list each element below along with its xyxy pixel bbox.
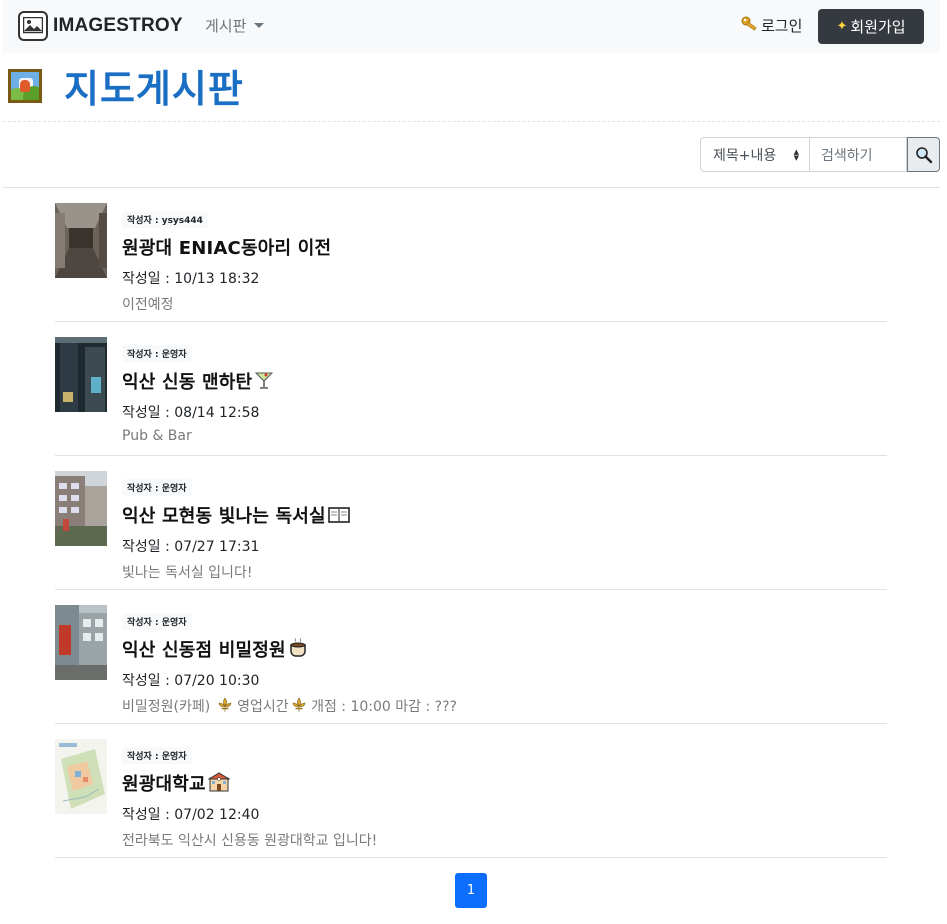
post-thumbnail[interactable] <box>55 605 107 680</box>
brand-text: IMAGESTROY <box>53 15 183 36</box>
page-header: 지도게시판 <box>8 63 244 111</box>
framed-picture-icon <box>8 68 42 103</box>
school-icon <box>207 772 230 792</box>
post-item[interactable]: 작성자 : 운영자 익산 신동점 비밀정원 작성일 : 07/20 10:30 … <box>55 590 887 724</box>
post-item[interactable]: 작성자 : 운영자 원광대학교 작성일 : 07/02 12:40 전라북도 익… <box>55 724 887 858</box>
book-icon <box>327 507 350 523</box>
post-date: 작성일 : 10/13 18:32 <box>122 271 260 287</box>
post-thumbnail[interactable] <box>55 739 107 814</box>
search-icon <box>915 146 932 163</box>
navbar: IMAGESTROY 게시판 로그인 ✦ 회원가입 <box>3 0 940 53</box>
search-placeholder: 검색하기 <box>821 147 873 164</box>
post-date: 작성일 : 07/02 12:40 <box>122 807 260 823</box>
pagination-page-1[interactable]: 1 <box>455 873 487 908</box>
select-arrows-icon: ▲ ▼ <box>793 148 799 162</box>
fleur-de-lis-icon <box>292 697 306 712</box>
post-description: Pub & Bar <box>122 428 192 444</box>
post-author: 작성자 : ysys444 <box>122 211 208 228</box>
image-icon <box>18 11 48 41</box>
board-dropdown-label: 게시판 <box>205 17 247 35</box>
post-thumbnail[interactable] <box>55 203 107 278</box>
post-date: 작성일 : 07/20 10:30 <box>122 673 260 689</box>
post-title[interactable]: 원광대 ENIAC동아리 이전 <box>122 234 331 260</box>
post-title: 익산 신동 맨하탄 <box>122 372 253 393</box>
post-item[interactable]: 작성자 : 운영자 익산 신동 맨하탄 작성일 : 08/14 12:58 Pu… <box>55 322 887 456</box>
post-title: 익산 모현동 빛나는 독서실 <box>122 506 326 527</box>
divider <box>3 121 940 122</box>
search-button[interactable] <box>907 137 940 172</box>
brand-link[interactable]: IMAGESTROY <box>18 11 183 41</box>
chevron-down-icon <box>254 23 265 28</box>
search-type-select[interactable]: 제목+내용 ▲ ▼ <box>700 137 810 172</box>
post-title: 익산 신동점 비밀정원 <box>122 640 286 661</box>
post-title-row[interactable]: 익산 모현동 빛나는 독서실 <box>122 502 350 528</box>
post-description-part: 비밀정원(카페) <box>122 699 215 715</box>
post-thumbnail[interactable] <box>55 337 107 412</box>
post-thumbnail[interactable] <box>55 471 107 546</box>
sparkles-icon: ✦ <box>836 19 848 34</box>
search-input[interactable]: 검색하기 <box>810 137 907 172</box>
post-author: 작성자 : 운영자 <box>122 345 192 362</box>
post-description-part: 영업시간 <box>232 699 289 715</box>
post-description: 빛나는 독서실 입니다! <box>122 565 253 581</box>
post-item[interactable]: 작성자 : ysys444 원광대 ENIAC동아리 이전 작성일 : 10/1… <box>55 188 887 322</box>
board-dropdown[interactable]: 게시판 <box>205 15 265 36</box>
post-author: 작성자 : 운영자 <box>122 613 192 630</box>
post-description: 이전예정 <box>122 297 174 313</box>
login-link[interactable]: 로그인 <box>741 15 802 36</box>
post-author: 작성자 : 운영자 <box>122 479 192 496</box>
post-date: 작성일 : 08/14 12:58 <box>122 405 260 421</box>
post-title-row[interactable]: 익산 신동 맨하탄 <box>122 368 274 394</box>
post-title-row[interactable]: 원광대학교 <box>122 770 377 796</box>
coffee-icon <box>290 638 306 657</box>
post-description: 전라북도 익산시 신용동 원광대학교 입니다! <box>122 833 378 849</box>
search-bar: 제목+내용 ▲ ▼ 검색하기 <box>700 137 940 172</box>
cocktail-icon <box>255 372 274 389</box>
signup-label: 회원가입 <box>850 18 906 36</box>
fleur-de-lis-icon <box>218 697 232 712</box>
post-item[interactable]: 작성자 : 운영자 익산 모현동 빛나는 독서실 작성일 : 07/27 17:… <box>55 456 887 590</box>
key-icon <box>741 16 759 36</box>
signup-button[interactable]: ✦ 회원가입 <box>818 9 924 44</box>
post-description-part: 개점 : 10:00 마감 : ??? <box>306 699 457 715</box>
login-label: 로그인 <box>761 17 803 35</box>
post-title: 원광대학교 <box>122 774 206 795</box>
post-title-row[interactable]: 익산 신동점 비밀정원 <box>122 636 457 662</box>
search-type-value: 제목+내용 <box>713 147 777 164</box>
post-date: 작성일 : 07/27 17:31 <box>122 539 260 555</box>
page-title: 지도게시판 <box>64 67 244 111</box>
post-description: 비밀정원(카페) 영업시간 개점 : 10:00 마감 : ??? <box>122 696 457 716</box>
post-author: 작성자 : 운영자 <box>122 747 192 764</box>
